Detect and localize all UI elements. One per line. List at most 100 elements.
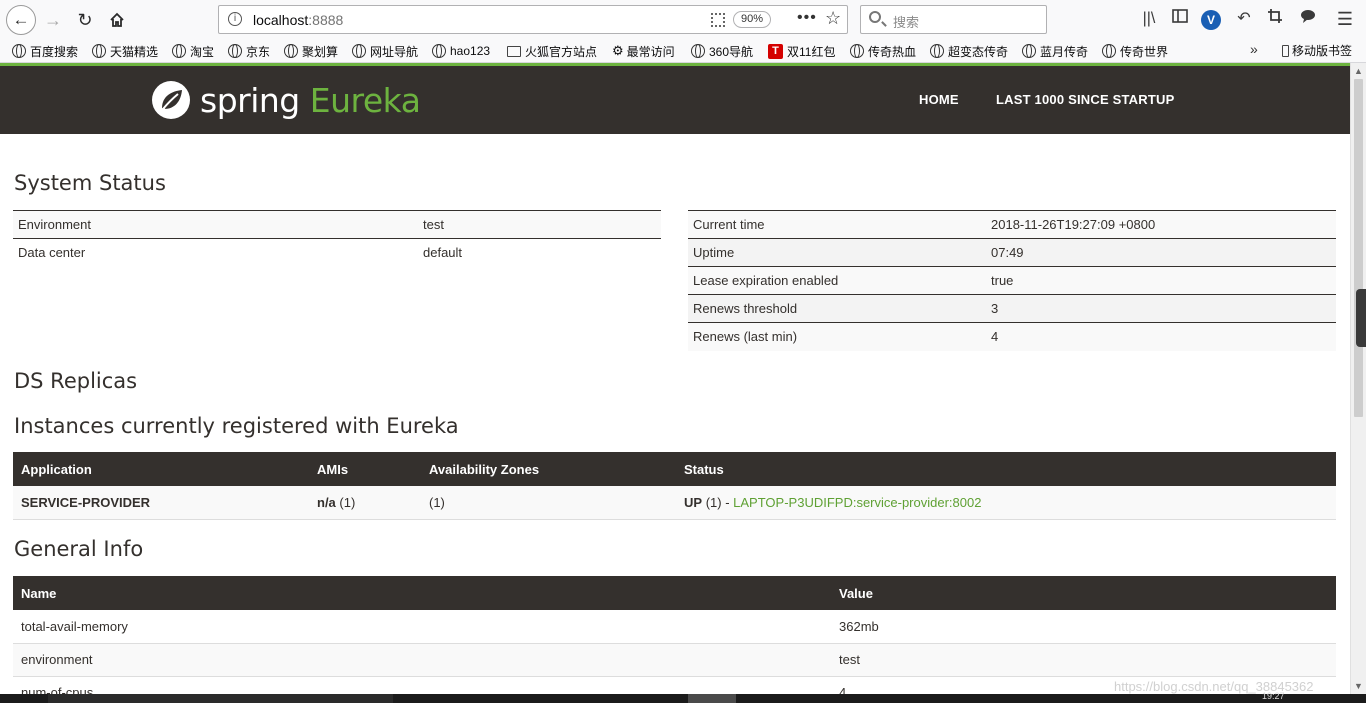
nav-home-link[interactable]: HOME xyxy=(919,92,959,107)
globe-icon xyxy=(12,44,26,58)
info-name: num-of-cpus xyxy=(13,676,831,694)
column-header: AMIs xyxy=(309,452,421,486)
bookmark-item[interactable]: 传奇世界 xyxy=(1102,42,1168,60)
address-bar[interactable]: i localhost:8888 90% ••• ☆ xyxy=(218,5,848,34)
row-value: true xyxy=(986,266,1336,295)
column-header: Value xyxy=(831,576,1336,610)
taskbar-segment[interactable] xyxy=(48,694,393,703)
row-value: 2018-11-26T19:27:09 +0800 xyxy=(986,210,1336,239)
status-cell: UP (1) - LAPTOP-P3UDIFPD:service-provide… xyxy=(676,486,1336,520)
spring-leaf-icon xyxy=(152,81,190,119)
browser-toolbar: ← → ↻ i localhost:8888 90% ••• ☆ 搜索 ||\ … xyxy=(0,0,1366,38)
globe-icon xyxy=(92,44,106,58)
row-value: default xyxy=(418,238,661,267)
t-badge-icon: T xyxy=(768,43,783,59)
scroll-down-arrow-icon[interactable]: ▼ xyxy=(1354,681,1363,691)
side-widget-handle[interactable] xyxy=(1356,289,1366,347)
globe-icon xyxy=(172,44,186,58)
nav-last-1000-link[interactable]: LAST 1000 SINCE STARTUP xyxy=(996,92,1174,107)
page-actions-icon[interactable]: ••• xyxy=(797,9,817,27)
reload-button[interactable]: ↻ xyxy=(70,5,100,35)
undo-icon[interactable]: ↶ xyxy=(1233,8,1255,30)
info-icon[interactable]: i xyxy=(228,12,242,26)
arrow-left-icon: ← xyxy=(12,10,30,29)
search-bar[interactable]: 搜索 xyxy=(860,5,1047,34)
table-header-row: Application AMIs Availability Zones Stat… xyxy=(13,452,1336,486)
row-key: Uptime xyxy=(688,238,986,267)
bookmarks-toolbar: 百度搜索 天猫精选 淘宝 京东 聚划算 网址导航 hao123 火狐官方站点 ⚙… xyxy=(0,38,1366,63)
hamburger-menu-icon[interactable]: ☰ xyxy=(1334,8,1356,30)
row-key: Environment xyxy=(13,210,418,239)
globe-icon xyxy=(930,44,944,58)
screenshot-icon[interactable] xyxy=(1264,8,1286,30)
status-count: (1) - xyxy=(705,494,730,510)
globe-icon xyxy=(1102,44,1116,58)
mobile-bookmarks[interactable]: 移动版书签 xyxy=(1282,42,1352,59)
table-row: Renews threshold 3 xyxy=(688,294,1336,323)
column-header: Availability Zones xyxy=(421,452,676,486)
globe-icon xyxy=(691,44,705,58)
row-value: 07:49 xyxy=(986,238,1336,267)
bookmark-item[interactable]: ⚙ 最常访问 xyxy=(612,42,675,60)
os-taskbar: 19:27 xyxy=(0,691,1366,703)
bookmark-item[interactable]: 超变态传奇 xyxy=(930,42,1008,60)
bookmark-item[interactable]: 百度搜索 xyxy=(12,42,78,60)
table-row: Uptime 07:49 xyxy=(688,238,1336,267)
globe-icon xyxy=(1022,44,1036,58)
info-name: environment xyxy=(13,643,831,677)
page-viewport: spring Eureka HOME LAST 1000 SINCE START… xyxy=(0,63,1350,694)
bookmark-folder[interactable]: 火狐官方站点 xyxy=(507,42,597,60)
browser-window: ← → ↻ i localhost:8888 90% ••• ☆ 搜索 ||\ … xyxy=(0,0,1366,703)
bookmark-star-icon[interactable]: ☆ xyxy=(825,8,841,29)
gear-icon: ⚙ xyxy=(612,43,624,58)
home-icon xyxy=(110,12,124,27)
bookmark-item[interactable]: 360导航 xyxy=(691,42,753,60)
extension-shield-icon[interactable]: V xyxy=(1201,10,1221,30)
globe-icon xyxy=(284,44,298,58)
instance-link[interactable]: LAPTOP-P3UDIFPD:service-provider:8002 xyxy=(733,495,981,510)
row-key: Data center xyxy=(13,238,418,267)
table-header-row: Name Value xyxy=(13,576,1336,610)
column-header: Status xyxy=(676,452,1336,486)
table-row: Renews (last min) 4 xyxy=(688,322,1336,351)
qr-code-icon[interactable] xyxy=(711,13,725,27)
spring-eureka-logo[interactable]: spring Eureka xyxy=(150,78,421,122)
bookmark-item[interactable]: T 双11红包 xyxy=(768,42,835,60)
table-row: Lease expiration enabled true xyxy=(688,266,1336,295)
logo-eureka-text: Eureka xyxy=(309,80,421,120)
back-button[interactable]: ← xyxy=(6,5,36,35)
zoom-level-badge[interactable]: 90% xyxy=(733,11,772,28)
table-row: Current time 2018-11-26T19:27:09 +0800 xyxy=(688,210,1336,239)
bookmark-item[interactable]: 天猫精选 xyxy=(92,42,158,60)
forward-button[interactable]: → xyxy=(38,5,68,35)
ds-replicas-heading: DS Replicas xyxy=(14,369,138,393)
instances-table: Application AMIs Availability Zones Stat… xyxy=(13,452,1336,520)
sidebar-icon[interactable] xyxy=(1169,8,1191,30)
scrollbar-thumb[interactable] xyxy=(1354,79,1363,417)
bookmark-item[interactable]: 聚划算 xyxy=(284,42,338,60)
url-text[interactable]: localhost:8888 xyxy=(253,12,343,28)
vertical-scrollbar[interactable]: ▲ ▼ xyxy=(1350,63,1366,694)
bookmark-item[interactable]: 淘宝 xyxy=(172,42,214,60)
bookmark-item[interactable]: hao123 xyxy=(432,42,490,60)
bookmark-item[interactable]: 京东 xyxy=(228,42,270,60)
home-button[interactable] xyxy=(102,5,132,35)
scroll-up-arrow-icon[interactable]: ▲ xyxy=(1354,66,1363,76)
bookmark-item[interactable]: 传奇热血 xyxy=(850,42,916,60)
bookmark-item[interactable]: 蓝月传奇 xyxy=(1022,42,1088,60)
chat-icon[interactable] xyxy=(1297,8,1319,30)
more-bookmarks-chevron-icon[interactable]: » xyxy=(1250,41,1258,57)
table-row: total-avail-memory 362mb xyxy=(13,610,1336,644)
application-cell: SERVICE-PROVIDER xyxy=(13,486,309,520)
globe-icon xyxy=(850,44,864,58)
bookmark-item[interactable]: 网址导航 xyxy=(352,42,418,60)
application-name: SERVICE-PROVIDER xyxy=(21,494,151,510)
row-key: Renews threshold xyxy=(688,294,986,323)
zones-cell: (1) xyxy=(421,486,676,520)
taskbar-segment[interactable] xyxy=(688,694,736,703)
folder-icon xyxy=(507,45,521,57)
general-info-table: Name Value total-avail-memory 362mb envir… xyxy=(13,576,1336,694)
library-icon[interactable]: ||\ xyxy=(1138,8,1160,30)
search-icon xyxy=(869,11,881,23)
globe-icon xyxy=(432,44,446,58)
